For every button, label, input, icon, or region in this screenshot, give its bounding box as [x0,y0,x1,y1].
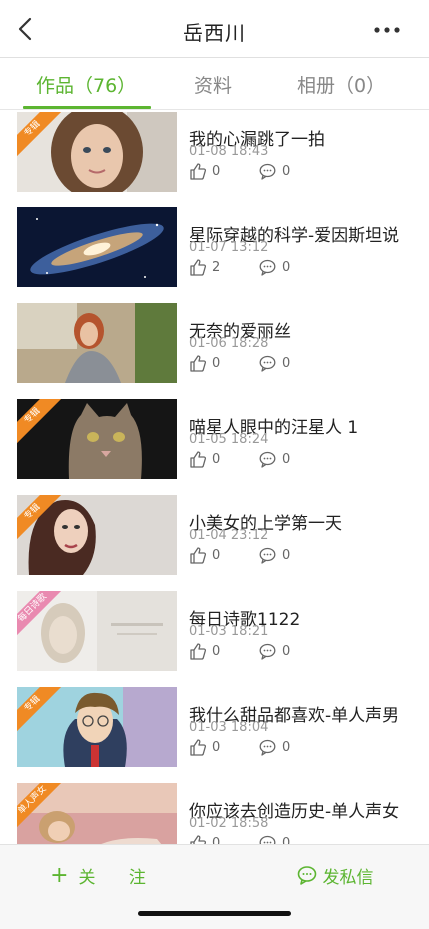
comment-stat[interactable]: 0 [259,546,290,564]
profile-tabs: 作品（76） 资料 相册（0） [0,58,429,110]
like-stat[interactable]: 0 [189,834,220,844]
work-thumbnail: 专辑 [17,112,177,192]
home-indicator [138,911,291,916]
work-date: 01-05 18:24 [189,432,269,447]
comment-count: 0 [282,547,291,563]
work-date: 01-08 18:43 [189,144,269,159]
send-message-label: 发私信 [322,867,374,888]
comment-icon [259,643,276,660]
work-date: 01-03 18:21 [189,624,269,639]
comment-stat[interactable]: 0 [259,354,290,372]
comment-count: 0 [282,355,291,371]
comment-count: 0 [282,835,291,845]
comment-stat[interactable]: 0 [259,738,290,756]
comment-count: 0 [282,163,291,179]
page-title: 岳西川 [183,21,246,45]
like-stat[interactable]: 2 [189,258,220,276]
like-stat[interactable]: 0 [189,738,220,756]
like-count: 0 [212,355,221,371]
tab-profile-info[interactable]: 资料 [194,71,232,98]
work-date: 01-02 18:58 [189,816,269,831]
comment-count: 0 [282,451,291,467]
active-tab-indicator [23,106,151,109]
chat-bubble-icon [297,866,316,885]
comment-count: 0 [282,259,291,275]
like-stat[interactable]: 0 [189,546,220,564]
comment-count: 0 [282,643,291,659]
like-stat[interactable]: 0 [189,450,220,468]
work-date: 01-03 18:04 [189,720,269,735]
thumbs-up-icon [190,450,206,468]
like-count: 0 [212,547,221,563]
work-thumbnail: 专辑 [17,495,177,575]
tab-album[interactable]: 相册（0） [297,71,385,98]
thumbs-up-icon [190,354,206,372]
more-dots-icon[interactable] [373,26,401,34]
comment-stat[interactable]: 0 [259,642,290,660]
comment-stat[interactable]: 0 [259,834,290,844]
send-message-button[interactable]: 发私信 [270,855,400,895]
comment-icon [259,355,276,372]
thumbs-up-icon [190,546,206,564]
list-item[interactable]: 专辑 我的心漏跳了一拍 01-08 18:43 0 0 [0,111,429,207]
like-count: 2 [212,259,221,275]
list-item[interactable]: 单人声女 你应该去创造历史-单人声女 01-02 18:58 0 0 [0,783,429,844]
work-date: 01-04 23:12 [189,528,269,543]
work-thumbnail [17,303,177,383]
comment-stat[interactable]: 0 [259,162,290,180]
comment-stat[interactable]: 0 [259,450,290,468]
comment-count: 0 [282,739,291,755]
thumbs-up-icon [190,642,206,660]
like-stat[interactable]: 0 [189,162,220,180]
list-item[interactable]: 专辑 小美女的上学第一天 01-04 23:12 0 0 [0,495,429,591]
thumbs-up-icon [190,738,206,756]
like-count: 0 [212,739,221,755]
work-thumbnail [17,207,177,287]
list-item[interactable]: 专辑 我什么甜品都喜欢-单人声男 01-03 18:04 0 0 [0,687,429,783]
works-list[interactable]: 专辑 我的心漏跳了一拍 01-08 18:43 0 0 星际穿越的科学-爱因斯坦… [0,111,429,844]
like-stat[interactable]: 0 [189,642,220,660]
plus-icon: + [50,862,69,888]
list-item[interactable]: 星际穿越的科学-爱因斯坦说 01-07 13:12 2 0 [0,207,429,303]
like-count: 0 [212,451,221,467]
nav-bar: 岳西川 [0,0,429,58]
follow-label: 关 注 [78,867,160,888]
list-item[interactable]: 无奈的爱丽丝 01-06 18:28 0 0 [0,303,429,399]
like-count: 0 [212,835,221,845]
work-date: 01-07 13:12 [189,240,269,255]
list-item[interactable]: 每日诗歌 每日诗歌1122 01-03 18:21 0 0 [0,591,429,687]
like-stat[interactable]: 0 [189,354,220,372]
tab-works[interactable]: 作品（76） [36,71,136,98]
like-count: 0 [212,643,221,659]
bottom-action-bar: + 关 注 发私信 [0,844,429,929]
list-item[interactable]: 专辑 喵星人眼中的汪星人 1 01-05 18:24 0 0 [0,399,429,495]
work-thumbnail: 单人声女 [17,783,177,844]
comment-stat[interactable]: 0 [259,258,290,276]
comment-icon [259,259,276,276]
thumbs-up-icon [190,258,206,276]
work-thumbnail: 专辑 [17,399,177,479]
comment-icon [259,451,276,468]
work-thumbnail: 专辑 [17,687,177,767]
like-count: 0 [212,163,221,179]
work-date: 01-06 18:28 [189,336,269,351]
comment-icon [259,739,276,756]
work-thumbnail: 每日诗歌 [17,591,177,671]
comment-icon [259,547,276,564]
comment-icon [259,163,276,180]
comment-icon [259,835,276,844]
thumbs-up-icon [190,834,206,844]
thumbs-up-icon [190,162,206,180]
follow-button[interactable]: + 关 注 [40,855,170,895]
